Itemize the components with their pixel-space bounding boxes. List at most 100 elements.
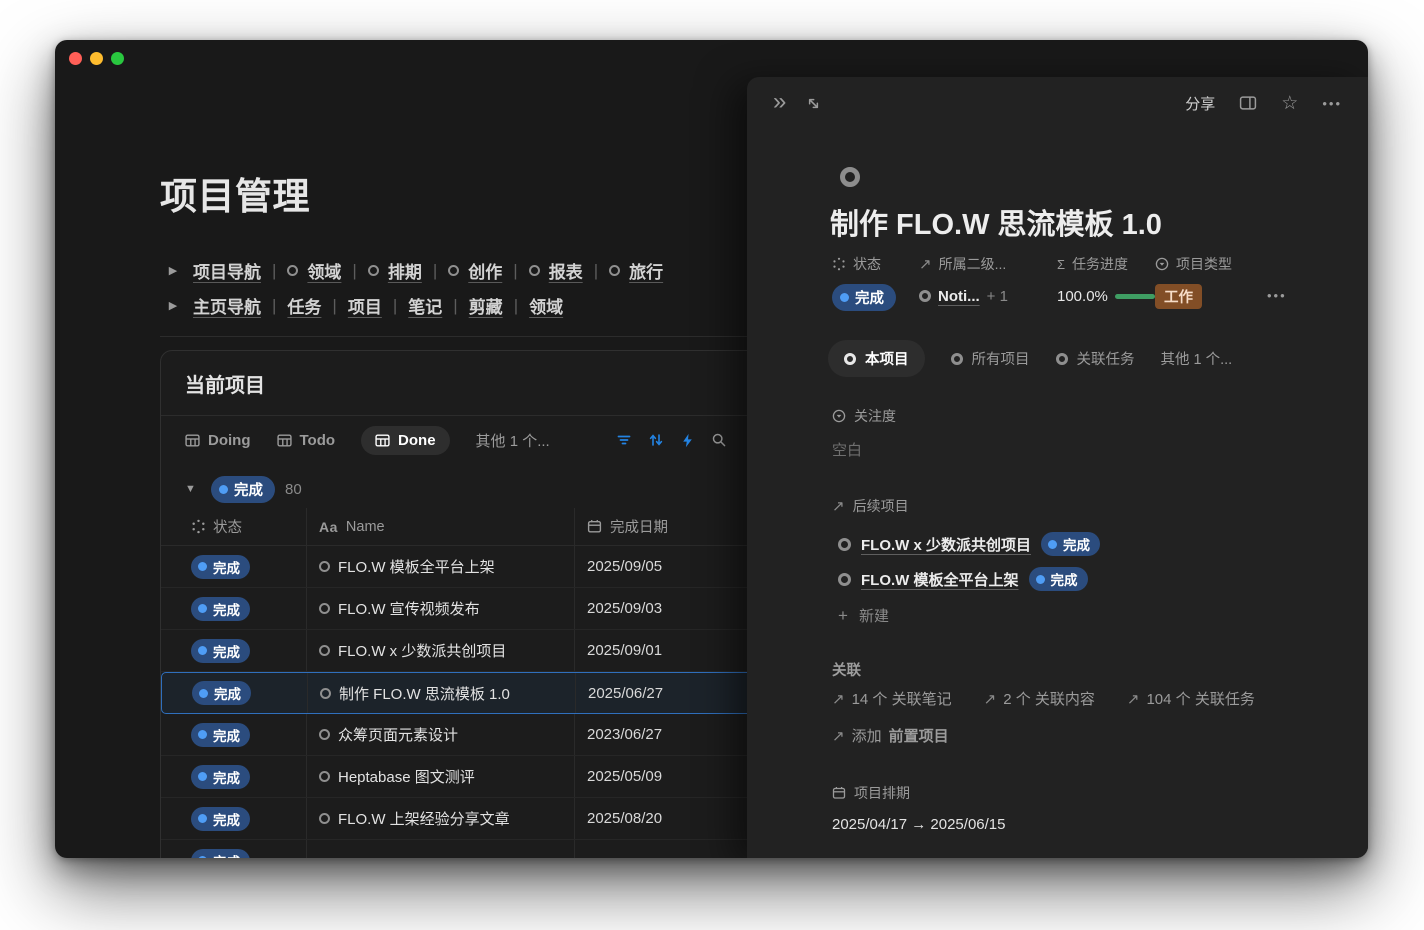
more-options-icon[interactable]: ••• [1322, 96, 1342, 111]
relation-arrow-icon: ↗ [832, 727, 845, 745]
database-toolbar [616, 416, 727, 464]
relations-heading: 关联 [832, 659, 861, 680]
sort-icon[interactable] [648, 432, 664, 448]
followup-section-label[interactable]: ↗ 后续项目 [832, 496, 909, 516]
nav-item-schedule[interactable]: 排期 [368, 258, 422, 283]
status-pill: 完成 [191, 555, 250, 579]
tab-all-projects[interactable]: 所有项目 [951, 348, 1030, 369]
property-label-type: 项目类型 [1155, 254, 1232, 274]
nav-link-notes[interactable]: 笔记 [408, 293, 442, 318]
tab-related-tasks[interactable]: 关联任务 [1056, 348, 1135, 369]
relation-arrow-icon: ↗ [919, 255, 932, 273]
favorite-star-icon[interactable]: ☆ [1281, 92, 1298, 115]
related-tasks-link[interactable]: ↗104 个 关联任务 [1127, 688, 1255, 709]
page-ring-icon [368, 265, 379, 276]
page-ring-icon [319, 603, 330, 614]
column-header-status[interactable]: 状态 [183, 508, 306, 545]
page-ring-icon [319, 561, 330, 572]
view-tab-done[interactable]: Done [361, 426, 450, 455]
nav-item-report[interactable]: 报表 [529, 258, 583, 283]
nav-link-projects[interactable]: 项目 [348, 293, 382, 318]
schedule-section-label[interactable]: 项目排期 [832, 783, 910, 803]
focus-value-empty[interactable]: 空白 [832, 439, 862, 460]
property-label-parent: ↗ 所属二级... [919, 254, 1057, 274]
nav-link-domain[interactable]: 领域 [529, 293, 563, 318]
add-predecessor-link[interactable]: ↗ 添加 前置项目 [832, 725, 949, 746]
page-title[interactable]: 项目管理 [160, 166, 310, 220]
side-panel-icon[interactable] [1239, 95, 1257, 111]
status-pill: 完成 [192, 681, 251, 705]
property-project-type: 项目类型 工作 [1155, 254, 1232, 311]
related-content-link[interactable]: ↗2 个 关联内容 [984, 688, 1095, 709]
status-pill: 完成 [191, 765, 250, 789]
page-icon[interactable] [840, 167, 860, 187]
page-ring-icon [609, 265, 620, 276]
new-item-button[interactable]: + 新建 [838, 605, 889, 626]
page-ring-icon [319, 645, 330, 656]
status-spinner-icon [832, 257, 846, 271]
nav-separator: | [514, 296, 518, 316]
view-tab-more[interactable]: 其他 1 个... [476, 430, 550, 451]
nav-link-home-nav[interactable]: 主页导航 [193, 293, 261, 318]
status-pill: 完成 [832, 284, 896, 311]
more-properties-icon[interactable]: ••• [1267, 288, 1287, 303]
nav-item-domain[interactable]: 领域 [287, 258, 341, 283]
nav-item-create[interactable]: 创作 [448, 258, 502, 283]
property-parent-relation: ↗ 所属二级... Noti... + 1 [919, 254, 1057, 311]
followup-item[interactable]: FLO.W x 少数派共创项目 完成 [838, 532, 1100, 556]
status-pill: 完成 [191, 597, 250, 621]
toggle-triangle-icon[interactable]: ▶ [164, 299, 182, 312]
property-label-status: 状态 [832, 254, 919, 274]
page-ring-icon [844, 353, 856, 365]
page-ring-icon [838, 538, 851, 551]
table-view-icon [375, 433, 390, 448]
table-view-icon [185, 433, 200, 448]
collapse-triangle-icon[interactable]: ▼ [185, 483, 201, 495]
followup-item[interactable]: FLO.W 模板全平台上架 完成 [838, 567, 1088, 591]
nav-link-clips[interactable]: 剪藏 [469, 293, 503, 318]
filter-icon[interactable] [616, 432, 632, 448]
tab-this-project[interactable]: 本项目 [828, 340, 925, 377]
nav-link-project-nav[interactable]: 项目导航 [193, 258, 261, 283]
desktop-background: 项目管理 ▶ 项目导航 | 领域 | 排期 | 创作 | 报表 | 旅行 ▶ 主… [0, 0, 1424, 930]
close-window-button[interactable] [69, 52, 82, 65]
search-icon[interactable] [711, 432, 727, 448]
window-controls [69, 52, 124, 65]
focus-section-label[interactable]: 关注度 [832, 406, 896, 426]
toggle-triangle-icon[interactable]: ▶ [164, 264, 182, 277]
nav-separator: | [594, 261, 598, 281]
schedule-dates[interactable]: 2025/04/17 → 2025/06/15 [832, 816, 1005, 833]
page-ring-icon [320, 688, 331, 699]
status-pill[interactable]: 完成 [211, 476, 275, 503]
calendar-icon [832, 786, 846, 800]
page-ring-icon [838, 573, 851, 586]
expand-page-icon[interactable] [806, 96, 821, 111]
nav-separator: | [453, 296, 457, 316]
share-button[interactable]: 分享 [1185, 93, 1215, 114]
nav-link-tasks[interactable]: 任务 [287, 293, 321, 318]
view-tab-todo[interactable]: Todo [277, 432, 336, 449]
status-dot [219, 485, 228, 494]
sum-icon: Σ [1057, 257, 1065, 272]
column-header-name[interactable]: Aa Name [306, 508, 574, 545]
related-notes-link[interactable]: ↗14 个 关联笔记 [832, 688, 952, 709]
nav-separator: | [513, 261, 517, 281]
relation-arrow-icon: ↗ [984, 690, 997, 708]
page-ring-icon [448, 265, 459, 276]
property-task-progress: Σ 任务进度 100.0% [1057, 254, 1155, 311]
automation-bolt-icon[interactable] [680, 433, 695, 448]
group-count: 80 [285, 481, 302, 498]
close-peek-icon[interactable]: » [773, 90, 786, 114]
minimize-window-button[interactable] [90, 52, 103, 65]
peek-page-title[interactable]: 制作 FLO.W 思流模板 1.0 [830, 201, 1162, 243]
view-tab-doing[interactable]: Doing [185, 432, 251, 449]
page-ring-icon [919, 290, 931, 302]
nav-item-travel[interactable]: 旅行 [609, 258, 663, 283]
zoom-window-button[interactable] [111, 52, 124, 65]
property-row: 状态 完成 ↗ 所属二级... Noti... + 1 [832, 254, 1232, 311]
tab-more[interactable]: 其他 1 个... [1161, 348, 1233, 369]
peek-toolbar: » 分享 ☆ ••• [747, 77, 1368, 129]
plus-icon: + [838, 607, 848, 624]
text-type-icon: Aa [319, 519, 338, 535]
app-window: 项目管理 ▶ 项目导航 | 领域 | 排期 | 创作 | 报表 | 旅行 ▶ 主… [55, 40, 1368, 858]
